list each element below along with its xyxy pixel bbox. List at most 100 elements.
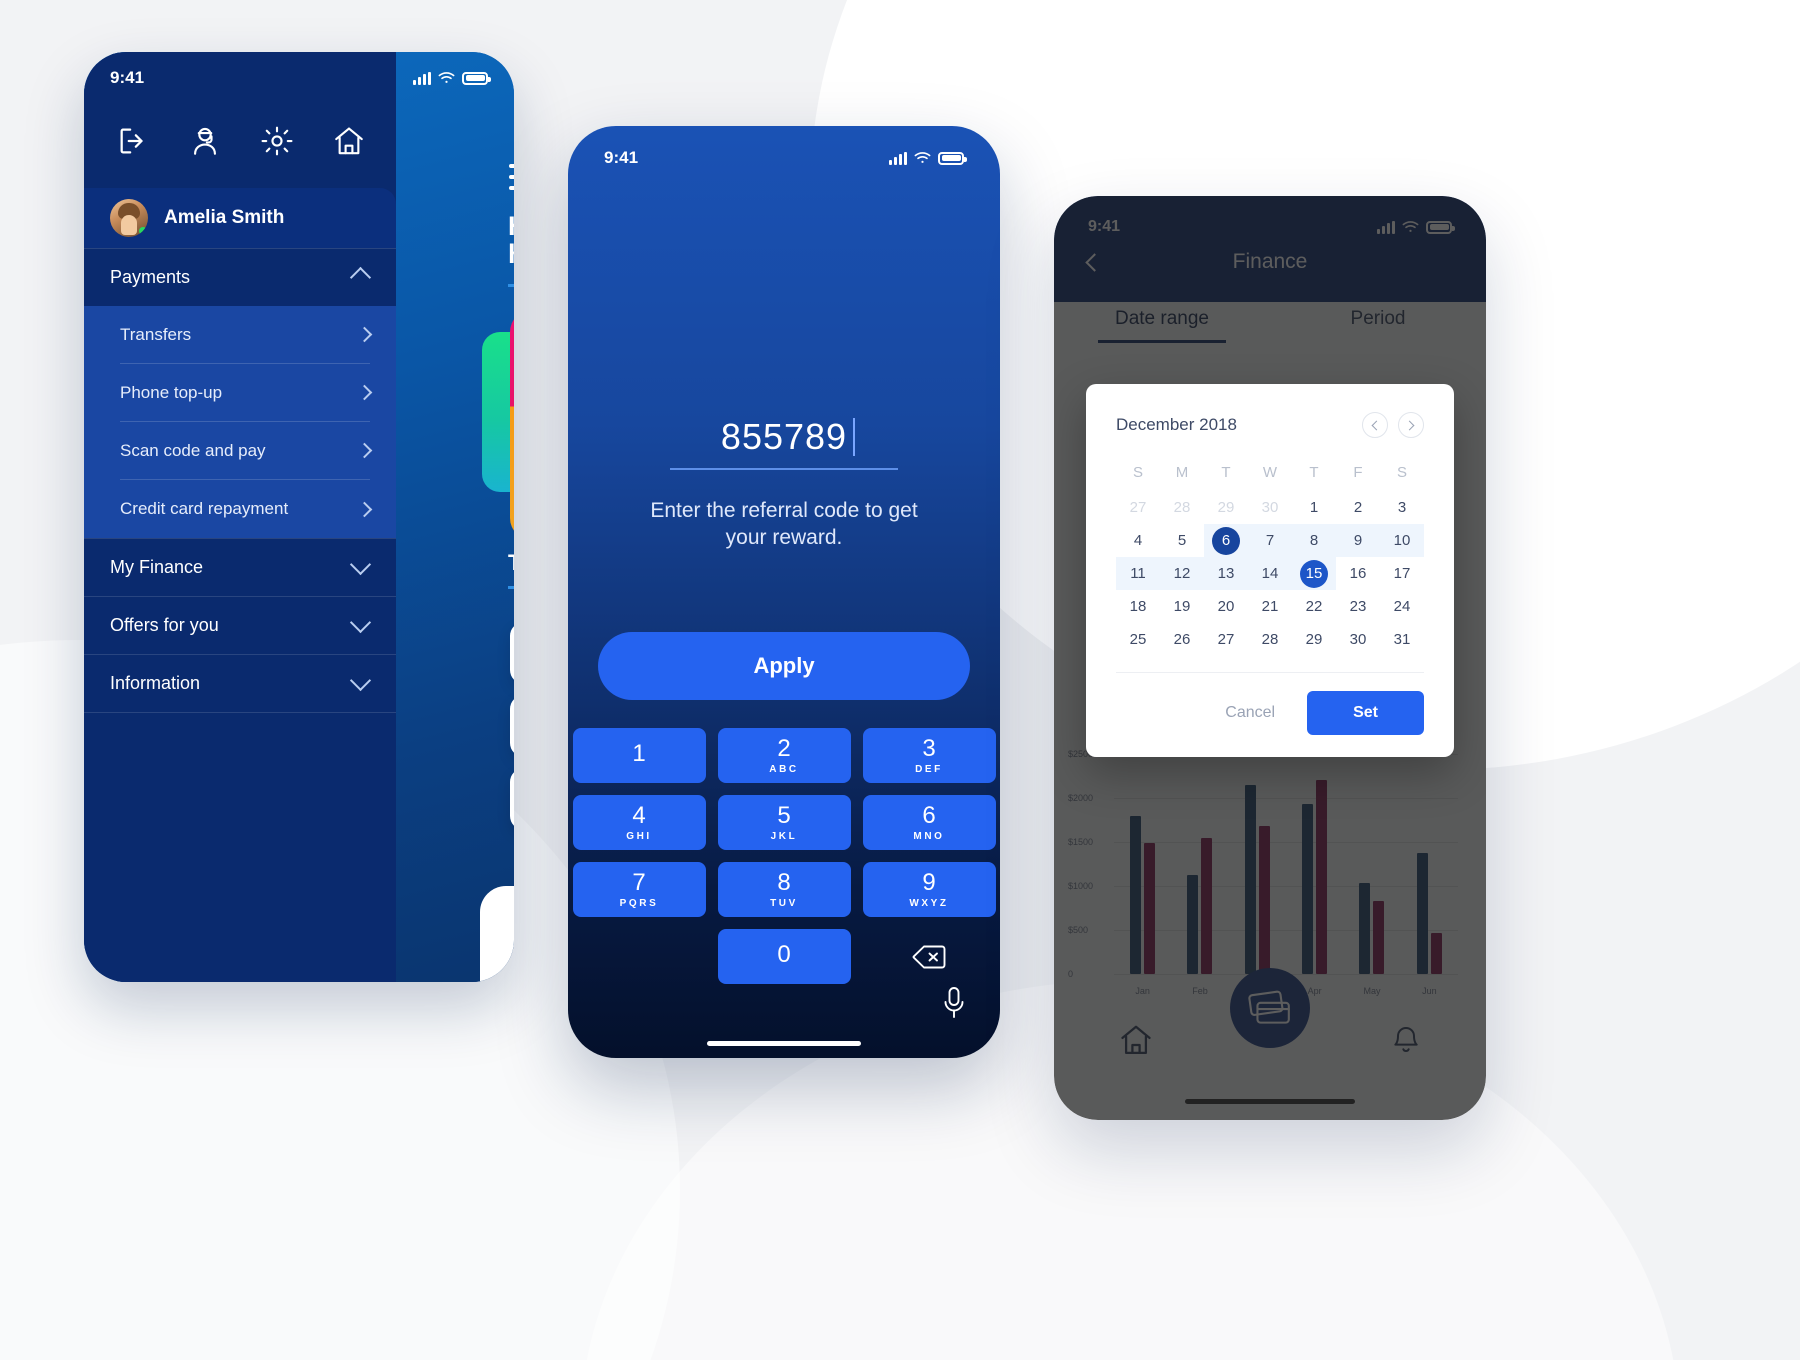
transaction-row[interactable]: Apple Store 14:25 PM [510, 622, 514, 684]
user-name: Amelia Smith [164, 207, 285, 228]
calendar-day-cell[interactable]: 25 [1116, 623, 1160, 656]
calendar-day-number: 12 [1173, 565, 1191, 582]
calendar-day-cell[interactable]: 1 [1292, 491, 1336, 524]
calendar-day-cell[interactable]: 23 [1336, 590, 1380, 623]
calendar-day-cell[interactable]: 12 [1160, 557, 1204, 590]
calendar-day-cell[interactable]: 3 [1380, 491, 1424, 524]
calendar-day-cell[interactable]: 7 [1248, 524, 1292, 557]
apply-button[interactable]: Apply [598, 632, 970, 700]
calendar-day-cell[interactable]: 5 [1160, 524, 1204, 557]
sidebar-item-label: Phone top-up [120, 382, 223, 402]
sidebar-group-payments[interactable]: Payments [84, 248, 396, 306]
microphone-icon[interactable] [942, 986, 966, 1020]
calendar-day-cell[interactable]: 6 [1204, 524, 1248, 557]
calendar-day-cell[interactable]: 29 [1292, 623, 1336, 656]
key-digit: 6 [922, 801, 936, 829]
calendar-day-cell[interactable]: 30 [1248, 491, 1292, 524]
calendar-day-number: 19 [1173, 598, 1191, 615]
key-2[interactable]: 2 ABC [717, 728, 851, 783]
calendar-day-cell[interactable]: 10 [1380, 524, 1424, 557]
calendar-day-cell[interactable]: 30 [1336, 623, 1380, 656]
calendar-day-cell[interactable]: 28 [1160, 491, 1204, 524]
calendar-day-number: 16 [1349, 565, 1367, 582]
calendar-day-cell[interactable]: 17 [1380, 557, 1424, 590]
key-5[interactable]: 5 JKL [717, 795, 851, 850]
sidebar-item-credit-card-repayment[interactable]: Credit card repayment [120, 480, 373, 538]
calendar-day-cell[interactable]: 21 [1248, 590, 1292, 623]
calendar-day-cell[interactable]: 26 [1160, 623, 1204, 656]
calendar-day-cell[interactable]: 8 [1292, 524, 1336, 557]
calendar-day-number: 18 [1129, 598, 1147, 615]
key-6[interactable]: 6 MNO [862, 795, 996, 850]
hamburger-menu-icon[interactable] [509, 164, 514, 197]
sidebar-item-scan-code-and-pay[interactable]: Scan code and pay [120, 422, 373, 480]
cancel-button[interactable]: Cancel [1213, 696, 1287, 730]
calendar-day-cell[interactable]: 24 [1380, 590, 1424, 623]
key-letters: GHI [626, 830, 652, 842]
status-time: 9:41 [604, 148, 639, 167]
backspace-icon[interactable] [863, 929, 996, 984]
calendar-day-cell[interactable]: 4 [1116, 524, 1160, 557]
referral-code-field[interactable]: 855789 [568, 416, 1000, 470]
calendar-day-cell[interactable]: 19 [1160, 590, 1204, 623]
calendar-day-number: 6 [1212, 526, 1240, 555]
calendar-day-number: 30 [1261, 499, 1279, 516]
calendar-day-cell[interactable]: 15 [1292, 557, 1336, 590]
calendar-day-cell[interactable]: 27 [1204, 623, 1248, 656]
phone1-bottom-tabbar [480, 886, 514, 982]
key-9[interactable]: 9 WXYZ [862, 862, 996, 917]
referral-code-value: 855789 [720, 416, 856, 457]
key-letters: WXYZ [909, 897, 949, 909]
sidebar-item-label: Scan code and pay [120, 440, 266, 460]
key-4[interactable]: 4 GHI [572, 795, 706, 850]
home-icon[interactable] [332, 124, 366, 158]
chevron-right-icon [356, 326, 373, 343]
calendar-day-cell[interactable]: 13 [1204, 557, 1248, 590]
calendar-day-cell[interactable]: 11 [1116, 557, 1160, 590]
calendar-day-cell[interactable]: 14 [1248, 557, 1292, 590]
key-7[interactable]: 7 PQRS [572, 862, 706, 917]
calendar-day-cell[interactable]: 22 [1292, 590, 1336, 623]
sidebar-group-information[interactable]: Information [84, 654, 396, 712]
calendar-day-cell[interactable]: 29 [1204, 491, 1248, 524]
settings-gear-icon[interactable] [260, 124, 294, 158]
set-button[interactable]: Set [1307, 691, 1424, 735]
calendar-day-cell[interactable]: 28 [1248, 623, 1292, 656]
card-primary[interactable]: $9,250 **** **** **** 4921 [510, 310, 514, 540]
date-range-calendar-dialog: December 2018 S M T W T F S 27 28 29 30 1 2 3 4 5 6 7 8 9 10… [1086, 384, 1454, 757]
phone1-status-bar: 9:41 [84, 52, 514, 104]
calendar-day-of-week: S [1132, 464, 1143, 481]
calendar-day-cell[interactable]: 16 [1336, 557, 1380, 590]
sidebar-item-transfers[interactable]: Transfers [120, 306, 373, 364]
key-1[interactable]: 1 [572, 728, 706, 783]
sidebar-group-my-finance[interactable]: My Finance [84, 538, 396, 596]
sidebar-item-phone-topup[interactable]: Phone top-up [120, 364, 373, 422]
calendar-day-cell[interactable]: 27 [1116, 491, 1160, 524]
calendar-day-cell[interactable]: 31 [1380, 623, 1424, 656]
calendar-day-cell[interactable]: 9 [1336, 524, 1380, 557]
key-digit: 1 [632, 739, 646, 767]
avatar [110, 199, 148, 237]
logout-icon[interactable] [116, 124, 150, 158]
chevron-right-icon[interactable] [1398, 412, 1424, 438]
key-0[interactable]: 0 [717, 929, 851, 984]
transaction-row[interactable]: McDonald's 10:15 AM [510, 768, 514, 830]
phone-menu-screen: Hey Amelia, here are your cards $9,250 *… [84, 52, 514, 982]
key-digit: 7 [632, 868, 646, 896]
calendar-day-number: 20 [1217, 598, 1235, 615]
support-agent-icon[interactable] [188, 124, 222, 158]
drawer-user-row[interactable]: Amelia Smith [84, 188, 396, 248]
calendar-day-cell[interactable]: 20 [1204, 590, 1248, 623]
status-indicators [413, 71, 491, 85]
transaction-row[interactable]: Paypal 17:00 PM [510, 695, 514, 757]
calendar-day-cell[interactable]: 2 [1336, 491, 1380, 524]
calendar-day-number: 25 [1129, 631, 1147, 648]
numeric-keypad: 1 2 ABC 3 DEF 4 GHI 5 JKL 6 MNO 7 PQRS 8… [568, 718, 1000, 1058]
key-8[interactable]: 8 TUV [717, 862, 851, 917]
key-3[interactable]: 3 DEF [862, 728, 996, 783]
greeting-line-2: here are your cards [508, 240, 514, 269]
sidebar-group-offers-for-you[interactable]: Offers for you [84, 596, 396, 654]
key-digit: 0 [777, 940, 791, 968]
calendar-day-cell[interactable]: 18 [1116, 590, 1160, 623]
chevron-left-icon[interactable] [1362, 412, 1388, 438]
